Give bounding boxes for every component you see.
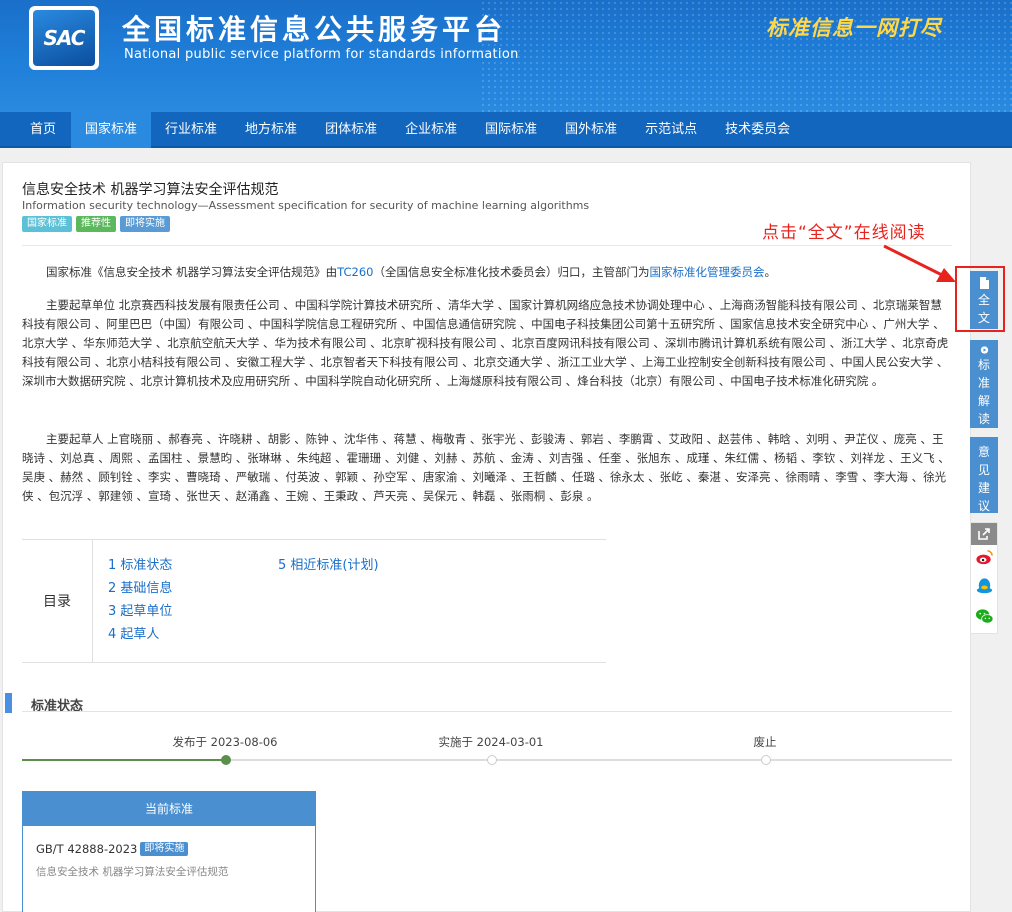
share-panel [970,522,998,634]
drafting-units-paragraph: 主要起草单位 北京赛西科技发展有限责任公司 、中国科学院计算技术研究所 、清华大… [22,298,949,388]
share-icon[interactable] [971,523,997,545]
drafters-paragraph: 主要起草人 上官晓丽 、郝春亮 、许晓耕 、胡影 、陈钟 、沈华伟 、蒋慧 、梅… [22,432,950,503]
divider [22,711,952,712]
nav-national-standards[interactable]: 国家标准 [71,112,152,148]
timeline-dot-effective [487,755,497,765]
feedback-button[interactable]: 意 见 建 议 [970,437,998,513]
timeline-progress [22,759,227,761]
nav-group-standards[interactable]: 团体标准 [311,112,391,148]
nav-home[interactable]: 首页 [0,112,71,148]
nav-international-standards[interactable]: 国际标准 [471,112,551,148]
toc-item-similar-standards[interactable]: 5 相近标准(计划) [278,556,379,575]
play-circle-icon [980,346,988,354]
timeline-label-published: 发布于 2023-08-06 [172,735,278,749]
tag-recommended: 推荐性 [76,216,116,232]
section-marker [5,693,12,713]
annotation-arrow-icon [883,244,956,282]
weibo-icon[interactable] [975,548,994,567]
toc-item-drafting-units[interactable]: 3 起草单位 [108,602,172,621]
current-standard-card[interactable]: 当前标准 GB/T 42888-2023 即将实施 信息安全技术 机器学习算法安… [22,791,316,912]
table-of-contents: 目录 1 标准状态 2 基础信息 3 起草单位 4 起草人 5 相近标准(计划) [22,539,606,663]
qq-icon[interactable] [975,577,994,596]
nav-foreign-standards[interactable]: 国外标准 [551,112,631,148]
nav-enterprise-standards[interactable]: 企业标准 [391,112,471,148]
timeline-dot-abolished [761,755,771,765]
divider [22,245,952,246]
toc-label: 目录 [22,540,93,662]
current-standard-header: 当前标准 [23,792,315,826]
logo-text: SAC [43,26,86,50]
current-standard-name: 信息安全技术 机器学习算法安全评估规范 [36,866,229,878]
dept-link[interactable]: 国家标准化管理委员会 [650,265,765,279]
tag-national: 国家标准 [22,216,72,232]
timeline-dot-published [221,755,231,765]
site-header: SAC 全国标准信息公共服务平台 National public service… [0,0,1012,112]
nav-industry-standards[interactable]: 行业标准 [151,112,231,148]
wechat-icon[interactable] [975,607,994,626]
toc-item-drafters[interactable]: 4 起草人 [108,625,172,644]
tag-upcoming: 即将实施 [120,216,170,232]
standard-title-en: Information security technology—Assessme… [22,199,590,212]
site-title: 全国标准信息公共服务平台 [122,13,507,46]
nav-local-standards[interactable]: 地方标准 [231,112,311,148]
toc-item-basic-info[interactable]: 2 基础信息 [108,579,172,598]
fulltext-highlight-box [955,266,1005,332]
current-standard-code: GB/T 42888-2023 [36,842,138,856]
standard-tags: 国家标准 推荐性 即将实施 [22,216,170,232]
main-nav: 首页 国家标准 行业标准 地方标准 团体标准 企业标准 国际标准 国外标准 示范… [0,112,1012,148]
toc-item-status[interactable]: 1 标准状态 [108,556,172,575]
site-subtitle: National public service platform for sta… [124,47,519,62]
timeline-label-effective: 实施于 2024-03-01 [438,735,544,749]
standard-detail-card: 信息安全技术 机器学习算法安全评估规范 Information security… [2,162,971,912]
sac-logo[interactable]: SAC [29,6,99,70]
nav-pilot-demo[interactable]: 示范试点 [631,112,711,148]
nav-tech-committee[interactable]: 技术委员会 [711,112,804,148]
timeline-label-abolished: 废止 [753,735,777,749]
standard-interpretation-button[interactable]: 标 准 解 读 [970,340,998,428]
standard-title-cn: 信息安全技术 机器学习算法安全评估规范 [22,182,279,198]
intro-paragraph: 国家标准《信息安全技术 机器学习算法安全评估规范》由TC260（全国信息安全标准… [46,265,776,279]
slogan: 标准信息一网打尽 [766,15,942,40]
tc260-link[interactable]: TC260 [337,265,373,279]
current-standard-tag: 即将实施 [140,842,189,856]
